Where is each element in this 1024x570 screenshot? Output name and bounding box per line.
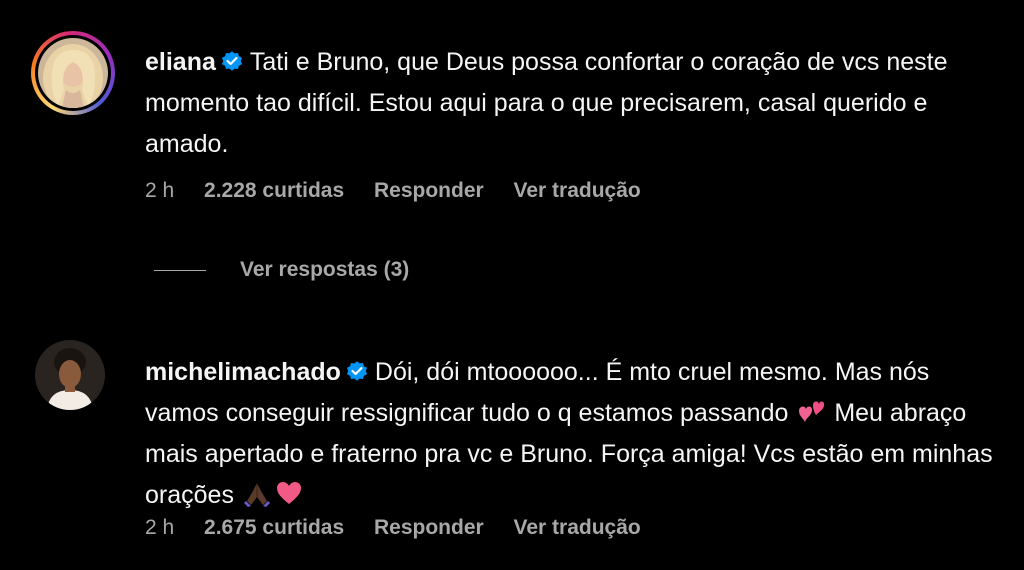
story-ring [31,31,115,115]
reply-button[interactable]: Responder [374,516,484,539]
verified-badge-icon [220,45,244,71]
verified-badge-icon [345,355,369,381]
timestamp[interactable]: 2 h [145,516,174,539]
profile-photo-icon [35,340,105,410]
pink-heart-emoji-icon [275,479,303,507]
avatar[interactable] [35,340,105,410]
comment-text: Tati e Bruno, que Deus possa confortar o… [145,48,948,158]
replies-divider [154,269,206,271]
profile-photo-icon [38,38,108,108]
likes-count[interactable]: 2.228 curtidas [204,179,344,202]
comment-meta: 2 h 2.675 curtidas Responder Ver traduçã… [145,516,665,540]
username-link[interactable]: eliana [145,48,216,76]
praying-hands-emoji-icon [243,479,271,507]
view-replies-button[interactable]: Ver respostas (3) [154,258,409,282]
translate-button[interactable]: Ver tradução [514,516,641,539]
likes-count[interactable]: 2.675 curtidas [204,516,344,539]
comment-body: michelimachado Dói, dói mtoooooo... É mto… [145,352,995,516]
comments-panel: eliana Tati e Bruno, que Deus possa confo… [0,0,1024,570]
reply-button[interactable]: Responder [374,179,484,202]
two-hearts-emoji-icon [797,397,825,425]
avatar[interactable] [31,31,115,115]
view-replies-label: Ver respostas (3) [240,258,410,281]
translate-button[interactable]: Ver tradução [514,179,641,202]
username-link[interactable]: michelimachado [145,358,341,386]
comment-body: eliana Tati e Bruno, que Deus possa confo… [145,42,995,165]
timestamp[interactable]: 2 h [145,179,174,202]
comment-meta: 2 h 2.228 curtidas Responder Ver traduçã… [145,179,665,203]
